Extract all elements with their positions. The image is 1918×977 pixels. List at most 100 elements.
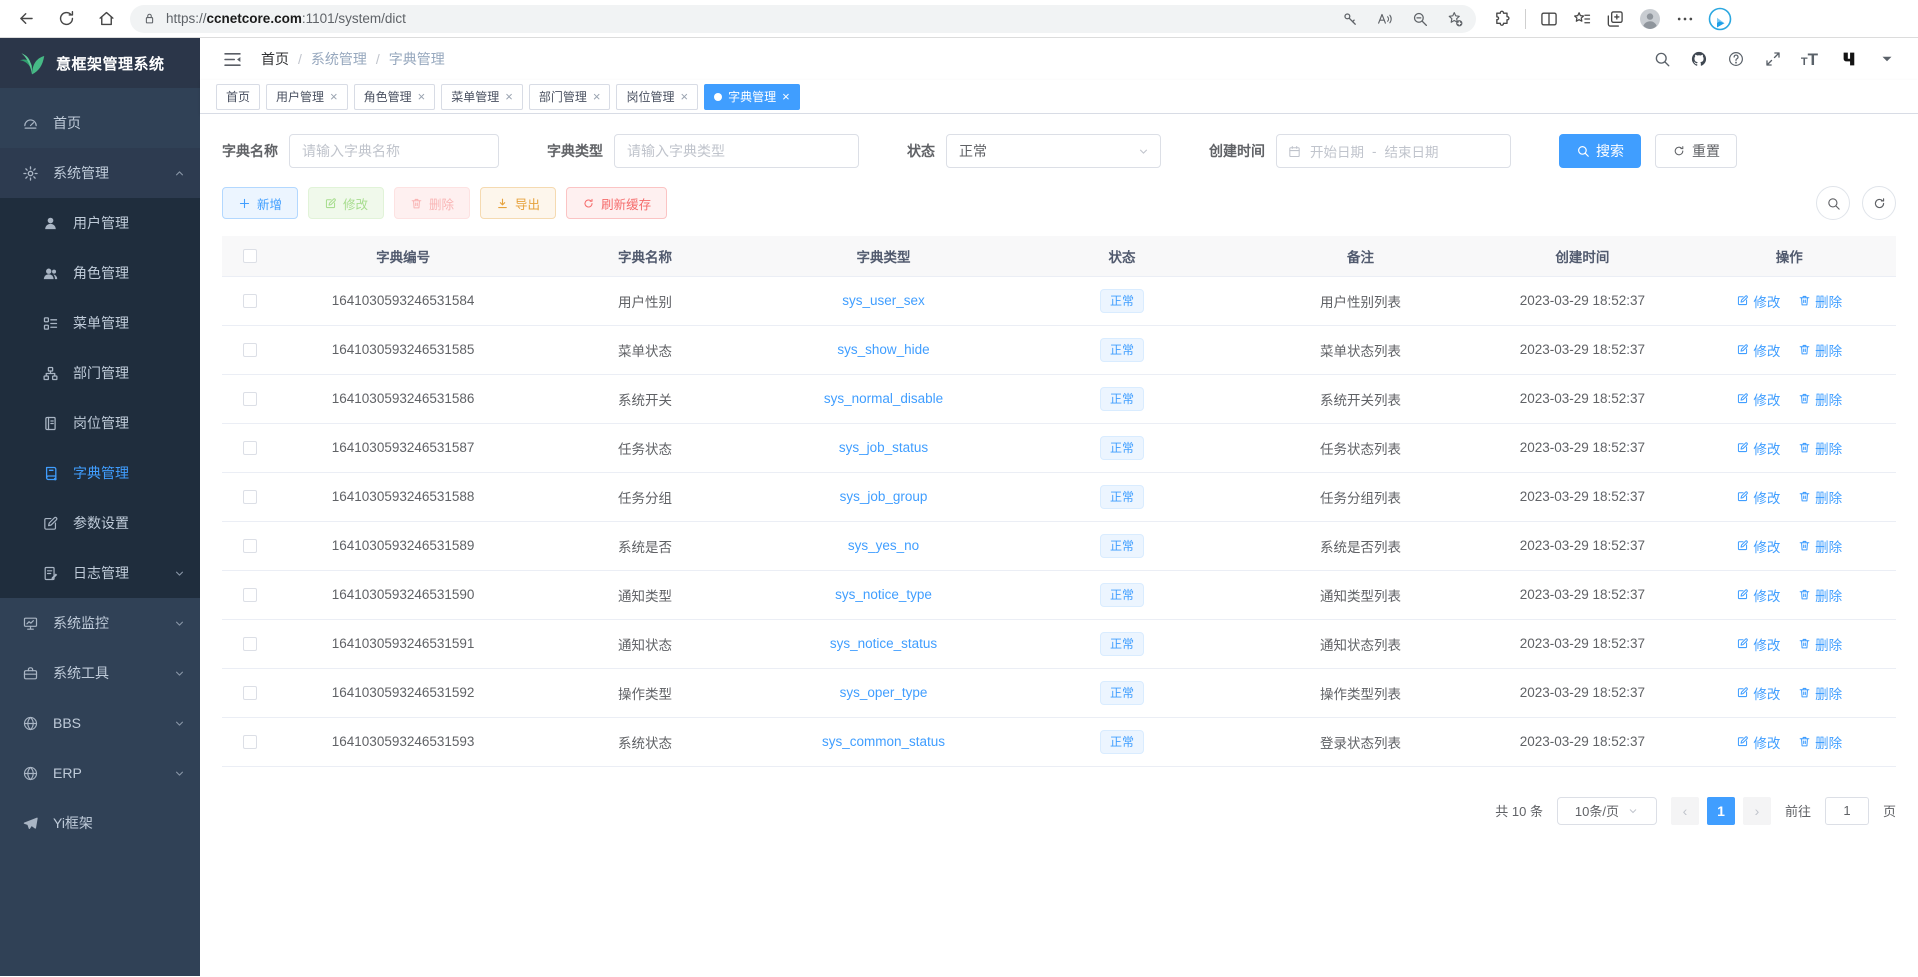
- page-1-button[interactable]: 1: [1707, 797, 1735, 825]
- sidebar-item-post-mgmt[interactable]: 岗位管理: [0, 398, 200, 448]
- goto-page-input[interactable]: [1825, 797, 1869, 825]
- export-button[interactable]: 导出: [480, 187, 556, 219]
- row-delete-button[interactable]: 删除: [1798, 291, 1842, 311]
- read-aloud-icon[interactable]: [1376, 10, 1394, 28]
- dict-type-link[interactable]: sys_oper_type: [840, 685, 928, 700]
- sidebar-item-system-tools[interactable]: 系统工具: [0, 648, 200, 698]
- close-icon[interactable]: ×: [505, 90, 513, 103]
- help-icon[interactable]: [1727, 50, 1745, 68]
- refresh-button[interactable]: [50, 3, 82, 35]
- breadcrumb-home[interactable]: 首页: [261, 49, 289, 69]
- row-edit-button[interactable]: 修改: [1736, 732, 1780, 752]
- close-icon[interactable]: ×: [782, 90, 790, 103]
- row-delete-button[interactable]: 删除: [1798, 634, 1842, 654]
- date-range-picker[interactable]: 开始日期 - 结束日期: [1276, 134, 1511, 168]
- row-checkbox[interactable]: [243, 588, 257, 602]
- fullscreen-icon[interactable]: [1764, 50, 1782, 68]
- close-icon[interactable]: ×: [593, 90, 601, 103]
- split-screen-icon[interactable]: [1539, 9, 1559, 29]
- dict-name-input[interactable]: [289, 134, 499, 168]
- row-delete-button[interactable]: 删除: [1798, 438, 1842, 458]
- sidebar-item-system-monitor[interactable]: 系统监控: [0, 598, 200, 648]
- zoom-out-icon[interactable]: [1411, 10, 1429, 28]
- key-icon[interactable]: [1341, 10, 1359, 28]
- row-delete-button[interactable]: 删除: [1798, 389, 1842, 409]
- user-logo-avatar[interactable]: [1841, 50, 1859, 68]
- sidebar-item-dept-mgmt[interactable]: 部门管理: [0, 348, 200, 398]
- row-edit-button[interactable]: 修改: [1736, 389, 1780, 409]
- refresh-cache-button[interactable]: 刷新缓存: [566, 187, 667, 219]
- sidebar-item-system-mgmt[interactable]: 系统管理: [0, 148, 200, 198]
- row-checkbox[interactable]: [243, 294, 257, 308]
- close-icon[interactable]: ×: [418, 90, 426, 103]
- dict-type-link[interactable]: sys_show_hide: [837, 342, 929, 357]
- hamburger-icon[interactable]: [222, 49, 243, 70]
- reset-button[interactable]: 重置: [1655, 134, 1737, 168]
- tab-role-mgmt[interactable]: 角色管理 ×: [354, 84, 436, 110]
- row-edit-button[interactable]: 修改: [1736, 291, 1780, 311]
- row-delete-button[interactable]: 删除: [1798, 683, 1842, 703]
- row-checkbox[interactable]: [243, 392, 257, 406]
- dict-type-input[interactable]: [614, 134, 859, 168]
- extensions-icon[interactable]: [1492, 9, 1512, 29]
- row-checkbox[interactable]: [243, 490, 257, 504]
- row-delete-button[interactable]: 删除: [1798, 585, 1842, 605]
- close-icon[interactable]: ×: [330, 90, 338, 103]
- row-edit-button[interactable]: 修改: [1736, 634, 1780, 654]
- row-edit-button[interactable]: 修改: [1736, 340, 1780, 360]
- row-checkbox[interactable]: [243, 539, 257, 553]
- page-size-select[interactable]: 10条/页: [1557, 797, 1657, 825]
- dict-type-link[interactable]: sys_common_status: [822, 734, 945, 749]
- row-edit-button[interactable]: 修改: [1736, 487, 1780, 507]
- refresh-table-button[interactable]: [1862, 186, 1896, 220]
- favorites-icon[interactable]: [1572, 9, 1592, 29]
- search-button[interactable]: 搜索: [1559, 134, 1641, 168]
- row-edit-button[interactable]: 修改: [1736, 438, 1780, 458]
- row-delete-button[interactable]: 删除: [1798, 340, 1842, 360]
- add-button[interactable]: 新增: [222, 187, 298, 219]
- row-delete-button[interactable]: 删除: [1798, 536, 1842, 556]
- row-edit-button[interactable]: 修改: [1736, 536, 1780, 556]
- tab-dict-mgmt[interactable]: 字典管理 ×: [704, 84, 800, 110]
- toggle-search-button[interactable]: [1816, 186, 1850, 220]
- more-icon[interactable]: [1675, 9, 1695, 29]
- row-checkbox[interactable]: [243, 343, 257, 357]
- back-button[interactable]: [10, 3, 42, 35]
- profile-icon[interactable]: [1638, 7, 1662, 31]
- row-delete-button[interactable]: 删除: [1798, 732, 1842, 752]
- caret-down-icon[interactable]: [1878, 50, 1896, 68]
- sidebar-item-dict-mgmt[interactable]: 字典管理: [0, 448, 200, 498]
- dict-type-link[interactable]: sys_yes_no: [848, 538, 919, 553]
- tab-menu-mgmt[interactable]: 菜单管理 ×: [441, 84, 523, 110]
- add-favorite-icon[interactable]: [1446, 10, 1464, 28]
- sidebar-item-param-settings[interactable]: 参数设置: [0, 498, 200, 548]
- dict-type-link[interactable]: sys_job_status: [839, 440, 928, 455]
- address-bar[interactable]: https://ccnetcore.com:1101/system/dict: [130, 5, 1476, 33]
- sidebar-item-home[interactable]: 首页: [0, 98, 200, 148]
- collections-icon[interactable]: [1605, 9, 1625, 29]
- dict-type-link[interactable]: sys_job_group: [840, 489, 928, 504]
- sidebar-item-menu-mgmt[interactable]: 菜单管理: [0, 298, 200, 348]
- select-all-checkbox[interactable]: [243, 249, 257, 263]
- dict-type-link[interactable]: sys_notice_status: [830, 636, 937, 651]
- sidebar-item-user-mgmt[interactable]: 用户管理: [0, 198, 200, 248]
- row-delete-button[interactable]: 删除: [1798, 487, 1842, 507]
- tab-post-mgmt[interactable]: 岗位管理 ×: [616, 84, 698, 110]
- row-checkbox[interactable]: [243, 637, 257, 651]
- dict-type-link[interactable]: sys_user_sex: [842, 293, 925, 308]
- github-icon[interactable]: [1690, 50, 1708, 68]
- sidebar-item-erp[interactable]: ERP: [0, 748, 200, 798]
- row-checkbox[interactable]: [243, 441, 257, 455]
- dict-type-link[interactable]: sys_normal_disable: [824, 391, 943, 406]
- row-checkbox[interactable]: [243, 735, 257, 749]
- home-button[interactable]: [90, 3, 122, 35]
- tab-home[interactable]: 首页: [216, 84, 260, 110]
- status-select[interactable]: 正常: [946, 134, 1161, 168]
- sidebar-item-yi-framework[interactable]: Yi框架: [0, 798, 200, 848]
- search-icon[interactable]: [1653, 50, 1671, 68]
- sidebar-item-log-mgmt[interactable]: 日志管理: [0, 548, 200, 598]
- row-edit-button[interactable]: 修改: [1736, 585, 1780, 605]
- row-checkbox[interactable]: [243, 686, 257, 700]
- sidebar-item-bbs[interactable]: BBS: [0, 698, 200, 748]
- row-edit-button[interactable]: 修改: [1736, 683, 1780, 703]
